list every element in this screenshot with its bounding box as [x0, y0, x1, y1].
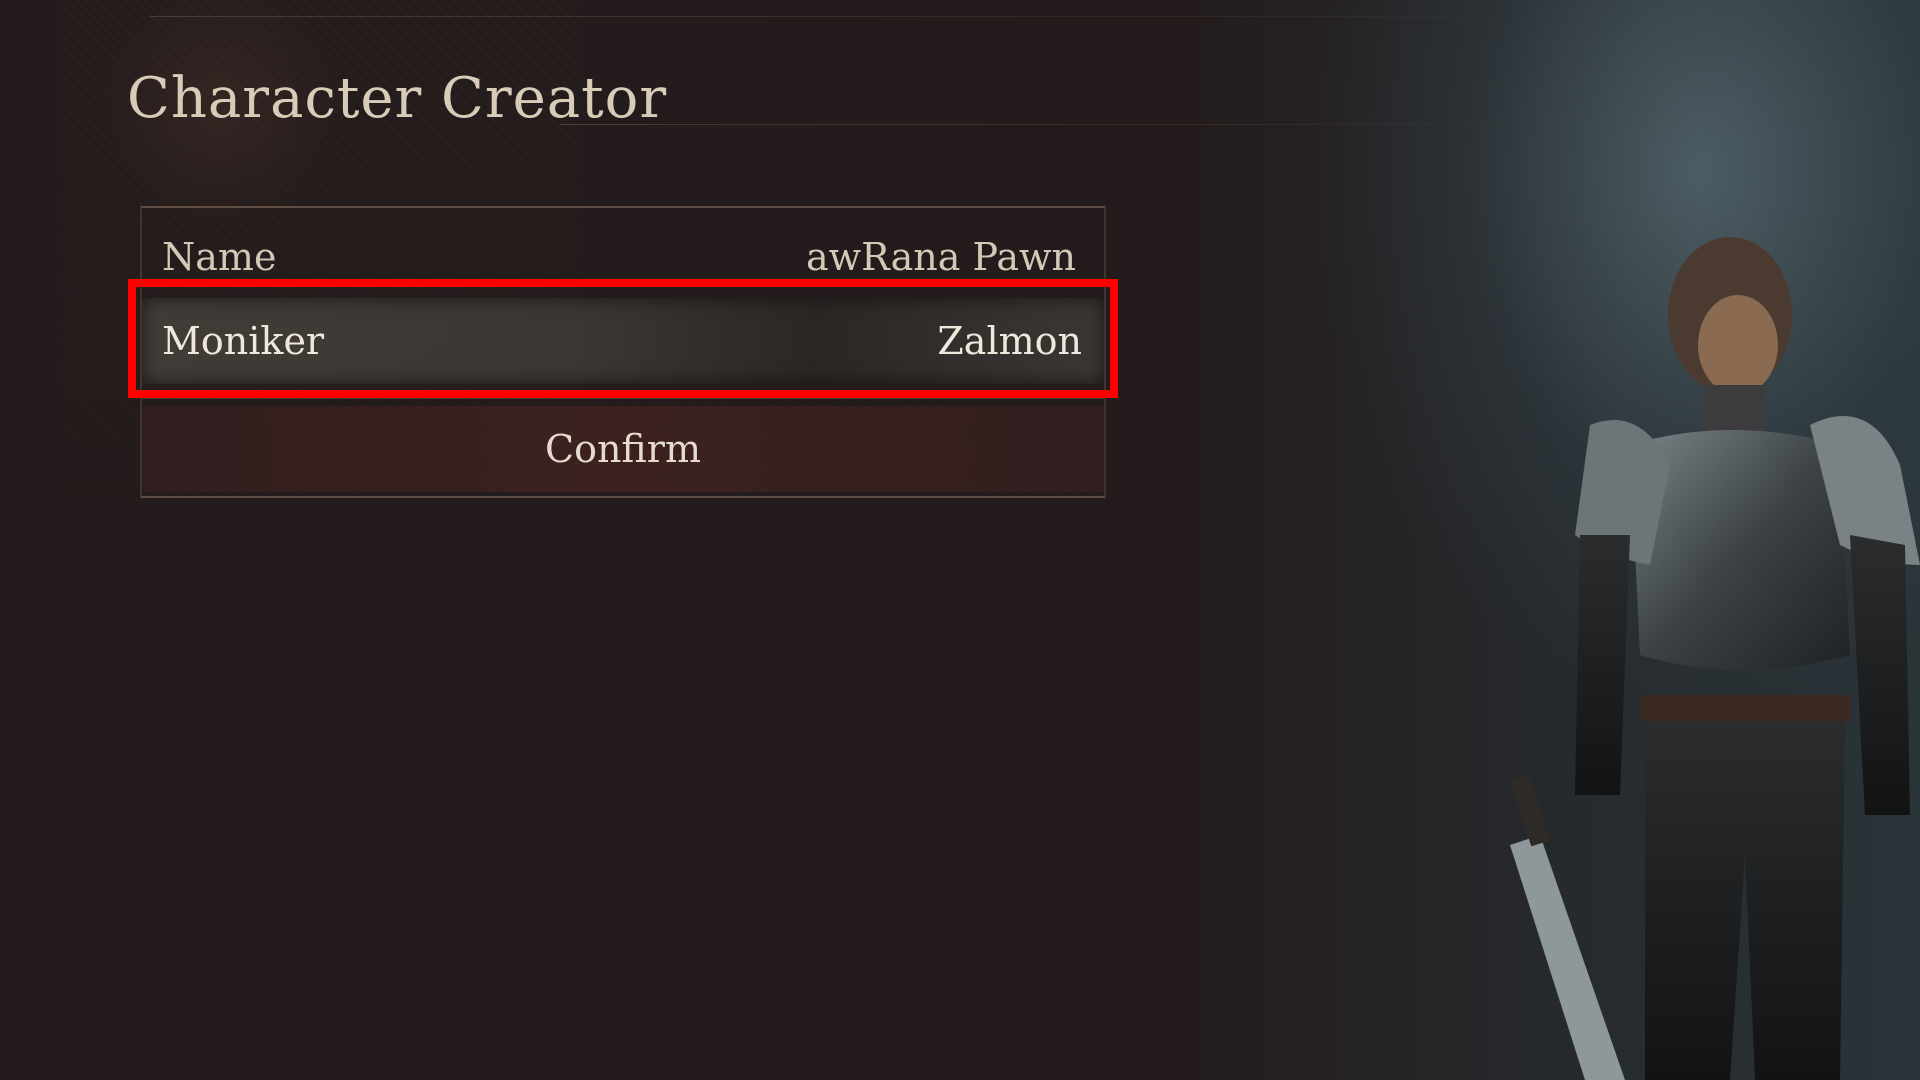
name-row[interactable]: Name awRana Pawn	[142, 222, 1104, 292]
sword-hilt-shape	[1509, 773, 1551, 847]
moniker-row[interactable]: Moniker Zalmon	[142, 298, 1104, 384]
title-divider	[560, 124, 1500, 125]
belt-shape	[1640, 695, 1850, 721]
moniker-value: Zalmon	[937, 319, 1082, 363]
name-form-panel: Name awRana Pawn Moniker Zalmon Confirm	[140, 206, 1106, 498]
page-title: Character Creator	[127, 66, 668, 131]
right-arm-shape	[1850, 535, 1910, 815]
confirm-divider	[142, 398, 1104, 399]
confirm-button[interactable]: Confirm	[142, 406, 1104, 492]
legs-shape	[1645, 721, 1845, 1080]
left-arm-shape	[1575, 535, 1630, 795]
character-model-icon	[1509, 237, 1920, 1080]
face-shape	[1698, 295, 1778, 395]
character-creator-screen: Character Creator Name awRana Pawn Monik…	[0, 0, 1920, 1080]
name-label: Name	[162, 235, 277, 279]
sword-shape	[1510, 835, 1625, 1080]
name-value: awRana Pawn	[805, 235, 1076, 279]
moniker-label: Moniker	[162, 319, 325, 363]
confirm-label: Confirm	[545, 427, 701, 471]
top-divider	[150, 16, 1500, 17]
